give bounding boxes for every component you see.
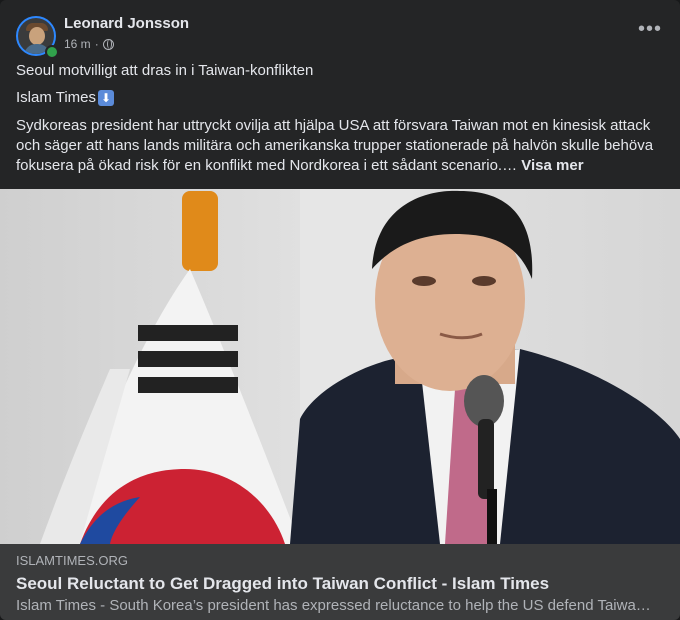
photo-illustration — [0, 189, 680, 544]
author-name[interactable]: Leonard Jonsson — [64, 15, 189, 32]
link-title[interactable]: Seoul Reluctant to Get Dragged into Taiw… — [16, 574, 549, 594]
source-name: Islam Times — [16, 89, 97, 106]
online-status-icon — [45, 45, 59, 59]
down-arrow-emoji-icon: ⬇ — [98, 90, 115, 106]
post-header: Leonard Jonsson 16 m · ••• — [16, 14, 666, 59]
post-card: Leonard Jonsson 16 m · ••• Seoul motvill… — [0, 0, 680, 620]
post-time[interactable]: 16 m — [64, 37, 91, 51]
see-more-link[interactable]: Visa mer — [521, 157, 583, 174]
post-text-line1: Seoul motvilligt att dras in i Taiwan-ko… — [16, 62, 314, 79]
link-domain: ISLAMTIMES.ORG — [16, 553, 128, 568]
post-body: Sydkoreas president har uttryckt ovilja … — [16, 116, 666, 176]
post-text-line2: Islam Times ⬇ — [16, 88, 115, 108]
globe-icon[interactable] — [102, 38, 114, 50]
link-preview[interactable]: ISLAMTIMES.ORG Seoul Reluctant to Get Dr… — [0, 544, 680, 620]
link-description: Islam Times - South Korea’s president ha… — [16, 597, 656, 614]
link-preview-image[interactable] — [0, 189, 680, 544]
meta-separator: · — [94, 37, 99, 51]
more-options-icon[interactable]: ••• — [634, 19, 666, 46]
post-meta: 16 m · — [64, 37, 114, 51]
